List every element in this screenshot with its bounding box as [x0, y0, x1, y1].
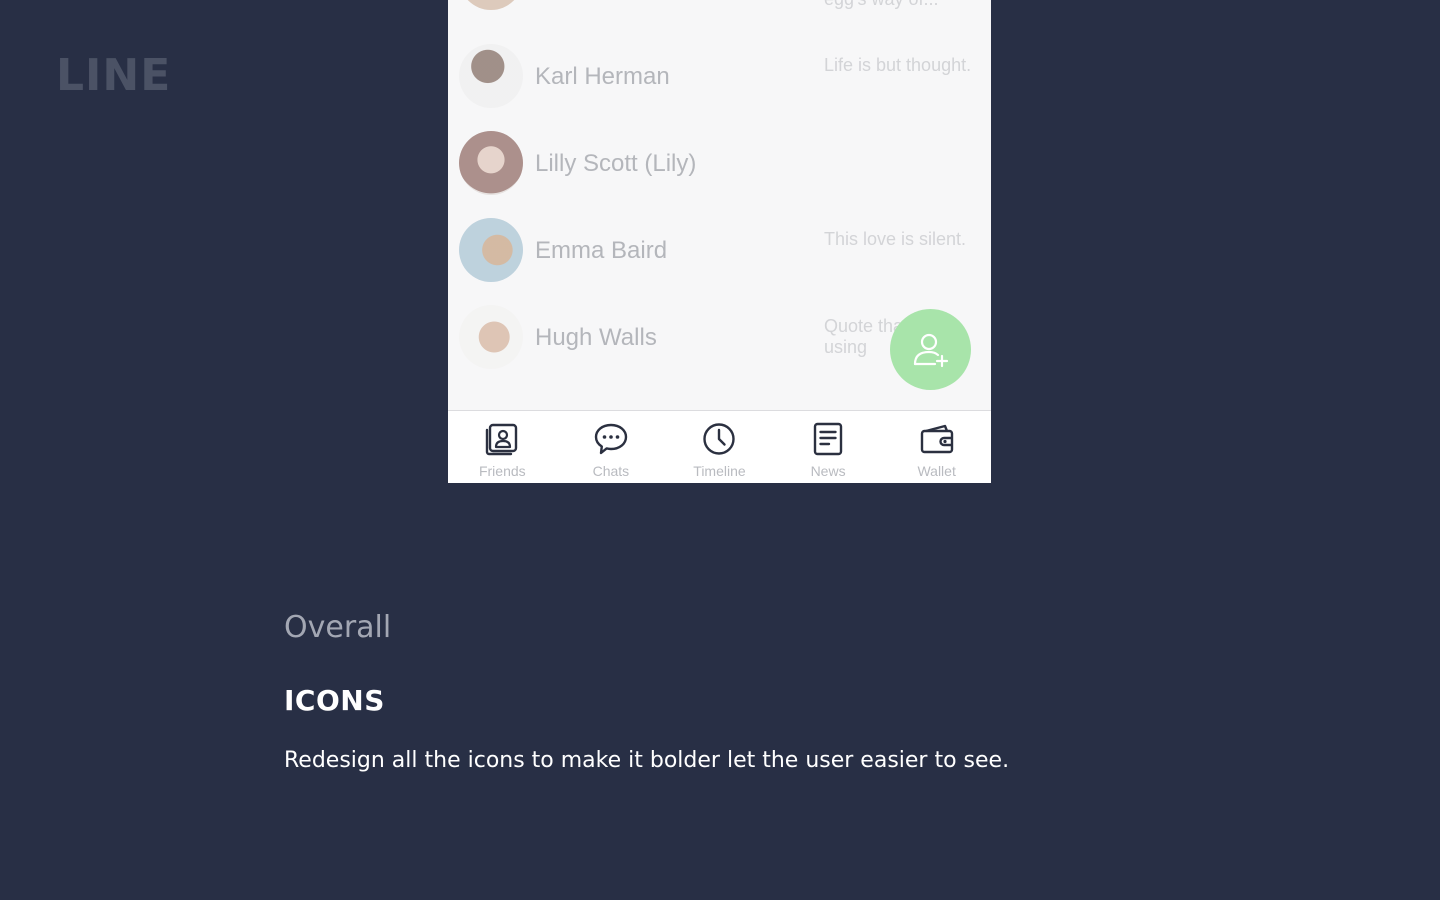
friend-name: Lilly Scott (Lily): [535, 150, 697, 177]
tab-label: Chats: [592, 463, 630, 479]
list-item[interactable]: Karl Herman Life is but thought.: [448, 33, 991, 120]
tab-label: Wallet: [917, 463, 956, 479]
tab-label: Friends: [478, 463, 526, 479]
tab-wallet[interactable]: Wallet: [882, 411, 991, 483]
friend-name: Karl Herman: [535, 63, 670, 90]
add-friend-button[interactable]: [890, 309, 971, 390]
tab-bar: Friends Chats Timeline News Wallet: [448, 410, 991, 483]
friend-name: Hugh Walls: [535, 324, 657, 351]
avatar: [459, 305, 523, 369]
list-item[interactable]: egg's way of...: [448, 0, 991, 22]
friend-status: This love is silent.: [824, 229, 967, 249]
tab-timeline[interactable]: Timeline: [665, 411, 774, 483]
chats-icon: [594, 423, 628, 455]
avatar: [459, 44, 523, 108]
wallet-icon: [920, 424, 953, 454]
tab-chats[interactable]: Chats: [557, 411, 666, 483]
friend-status: Life is but thought.: [824, 55, 972, 75]
brand-logo: LINE: [56, 50, 172, 101]
phone-screen: egg's way of... Karl Herman Life is but …: [448, 0, 991, 483]
avatar: [459, 218, 523, 282]
tab-news[interactable]: News: [774, 411, 883, 483]
news-icon: [813, 422, 843, 456]
friends-icon: [486, 423, 518, 456]
section-description: Redesign all the icons to make it bolder…: [284, 748, 1010, 773]
tab-label: News: [810, 463, 846, 479]
tab-friends[interactable]: Friends: [448, 411, 557, 483]
timeline-icon: [703, 423, 736, 455]
list-item[interactable]: Emma Baird This love is silent.: [448, 207, 991, 294]
avatar: [459, 0, 523, 10]
friend-name: Emma Baird: [535, 237, 668, 264]
add-friend-icon: [913, 333, 948, 367]
friend-status: egg's way of...: [824, 0, 984, 10]
section-title: ICONS: [284, 684, 385, 717]
list-item[interactable]: Lilly Scott (Lily): [448, 120, 991, 207]
avatar: [459, 131, 523, 195]
tab-label: Timeline: [693, 463, 746, 479]
section-subtitle: Overall: [284, 610, 392, 645]
